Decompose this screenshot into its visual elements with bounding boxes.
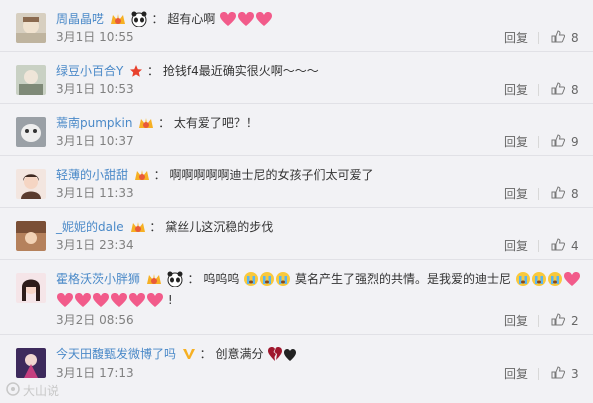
heart-emoji-icon xyxy=(146,292,164,313)
divider xyxy=(538,83,539,96)
avatar[interactable] xyxy=(16,13,46,43)
watermark: 大山说 xyxy=(6,382,59,399)
colon: ： xyxy=(153,168,166,182)
thumbs-up-icon[interactable] xyxy=(551,365,566,382)
thumbs-up-icon[interactable] xyxy=(551,81,566,98)
like-count: 8 xyxy=(571,186,579,201)
comment-item: 今天田馥甄发微博了吗 ： 创意满分 3月1日 17:13 回复 3 xyxy=(0,335,593,387)
colon: ： xyxy=(158,116,171,130)
timestamp: 3月1日 11:33 xyxy=(56,186,134,200)
timestamp: 3月1日 10:37 xyxy=(56,134,134,148)
like-count: 3 xyxy=(571,366,579,381)
colon: ： xyxy=(149,220,162,234)
comment-list: 周晶晶呓 ： 超有心啊 3月1日 10:55 回复 8 绿豆小百合Y ： 抢钱f… xyxy=(0,0,593,387)
username[interactable]: 轻薄的小甜甜 xyxy=(56,168,128,182)
username[interactable]: _妮妮的dale xyxy=(56,220,124,234)
heart-emoji-icon xyxy=(92,292,110,313)
comment-text: 啊啊啊啊啊迪士尼的女孩子们太可爱了 xyxy=(169,168,374,182)
reply-button[interactable]: 回复 xyxy=(504,185,528,202)
timestamp: 3月1日 10:53 xyxy=(56,82,134,96)
crying-emoji-icon xyxy=(531,271,547,292)
thumbs-up-icon[interactable] xyxy=(551,29,566,46)
watermark-text: 大山说 xyxy=(23,384,60,398)
username[interactable]: 蔫南pumpkin xyxy=(56,116,132,130)
comment-item: 轻薄的小甜甜 ： 啊啊啊啊啊迪士尼的女孩子们太可爱了 3月1日 11:33 回复… xyxy=(0,156,593,208)
comment-item: _妮妮的dale ： 黛丝儿这沉稳的步伐 3月1日 23:34 回复 4 xyxy=(0,208,593,260)
colon: ： xyxy=(187,272,200,286)
avatar[interactable] xyxy=(16,117,46,147)
comment-item: 周晶晶呓 ： 超有心啊 3月1日 10:55 回复 8 xyxy=(0,0,593,52)
colon: ： xyxy=(199,347,212,361)
username[interactable]: 霍格沃茨小胖狮 xyxy=(56,272,140,286)
comment-text: 抢钱f4最近确实很火啊～～～ xyxy=(162,64,319,78)
like-count: 4 xyxy=(571,238,579,253)
comment-item: 绿豆小百合Y ： 抢钱f4最近确实很火啊～～～ 3月1日 10:53 回复 8 xyxy=(0,52,593,104)
username[interactable]: 绿豆小百合Y xyxy=(56,64,123,78)
divider xyxy=(538,135,539,148)
reply-button[interactable]: 回复 xyxy=(504,237,528,254)
verified-v-icon xyxy=(182,347,196,366)
heart-emoji-icon xyxy=(563,271,581,292)
username[interactable]: 周晶晶呓 xyxy=(56,12,104,26)
like-count: 9 xyxy=(571,134,579,149)
thumbs-up-icon[interactable] xyxy=(551,312,566,329)
timestamp: 3月1日 10:55 xyxy=(56,30,134,44)
comment-item: 霍格沃茨小胖狮 ： 呜呜呜 莫名产生了强烈的共情。是我爱的迪士尼 ! 3月2日 … xyxy=(0,260,593,335)
divider xyxy=(538,314,539,327)
thumbs-up-icon[interactable] xyxy=(551,185,566,202)
like-count: 8 xyxy=(571,82,579,97)
crying-emoji-icon xyxy=(243,271,259,292)
divider xyxy=(538,31,539,44)
crying-emoji-icon xyxy=(275,271,291,292)
avatar[interactable] xyxy=(16,65,46,95)
reply-button[interactable]: 回复 xyxy=(504,312,528,329)
avatar[interactable] xyxy=(16,169,46,199)
timestamp: 3月1日 17:13 xyxy=(56,366,134,380)
reply-button[interactable]: 回复 xyxy=(504,365,528,382)
comment-text: 太有爱了吧？！ xyxy=(173,116,258,130)
avatar[interactable] xyxy=(16,273,46,303)
timestamp: 3月1日 23:34 xyxy=(56,238,134,252)
heart-emoji-icon xyxy=(74,292,92,313)
watermark-logo-icon xyxy=(6,382,20,399)
colon: ： xyxy=(147,64,160,78)
crying-emoji-icon xyxy=(515,271,531,292)
heart-emoji-icon xyxy=(255,11,273,32)
reply-button[interactable]: 回复 xyxy=(504,29,528,46)
heart-emoji-icon xyxy=(56,292,74,313)
heart-emoji-icon xyxy=(237,11,255,32)
divider xyxy=(538,239,539,252)
avatar[interactable] xyxy=(16,221,46,251)
comment-text: 超有心啊 xyxy=(167,12,216,26)
like-count: 2 xyxy=(571,313,579,328)
black-heart-emoji-icon xyxy=(283,348,297,367)
reply-button[interactable]: 回复 xyxy=(504,133,528,150)
thumbs-up-icon[interactable] xyxy=(551,237,566,254)
avatar[interactable] xyxy=(16,348,46,378)
vip-crown-icon xyxy=(138,116,154,135)
comment-text: 黛丝儿这沉稳的步伐 xyxy=(165,220,274,234)
like-count: 8 xyxy=(571,30,579,45)
heart-emoji-icon xyxy=(128,292,146,313)
comment-text: 创意满分 xyxy=(215,347,264,361)
reply-button[interactable]: 回复 xyxy=(504,81,528,98)
comment-text: ! xyxy=(167,293,173,307)
comment-text: 呜呜呜 xyxy=(203,272,240,286)
heart-emoji-icon xyxy=(110,292,128,313)
vip-crown-icon xyxy=(134,168,150,187)
username[interactable]: 今天田馥甄发微博了吗 xyxy=(56,347,176,361)
vip-crown-icon xyxy=(146,272,162,291)
comment-item: 蔫南pumpkin ： 太有爱了吧？！ 3月1日 10:37 回复 9 xyxy=(0,104,593,156)
thumbs-up-icon[interactable] xyxy=(551,133,566,150)
colon: ： xyxy=(151,12,164,26)
comment-text: 莫名产生了强烈的共情。是我爱的迪士尼 xyxy=(295,272,512,286)
panda-emoji-icon xyxy=(166,271,184,292)
divider xyxy=(538,187,539,200)
divider xyxy=(538,367,539,380)
crying-emoji-icon xyxy=(547,271,563,292)
crying-emoji-icon xyxy=(259,271,275,292)
heart-emoji-icon xyxy=(219,11,237,32)
timestamp: 3月2日 08:56 xyxy=(56,313,134,327)
broken-heart-emoji-icon xyxy=(267,346,283,367)
